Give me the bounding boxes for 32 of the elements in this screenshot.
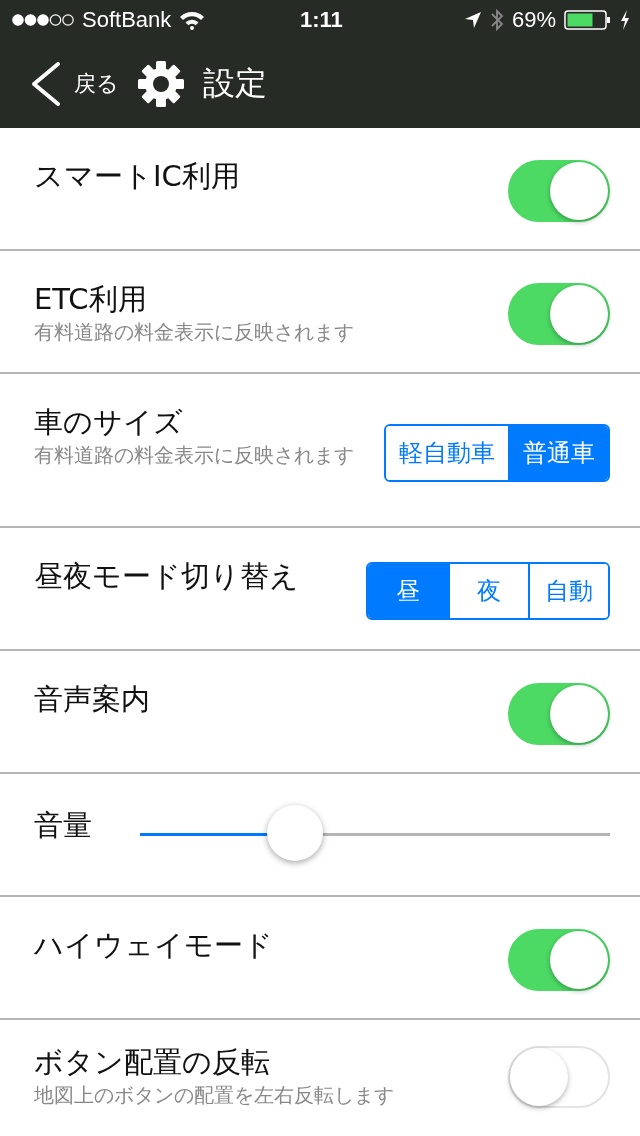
back-button[interactable]: 戻る: [28, 61, 119, 107]
toggle-switch[interactable]: [508, 1046, 610, 1108]
setting-description: 有料道路の料金表示に反映されます: [34, 442, 354, 469]
location-arrow-icon: [463, 11, 482, 29]
wifi-icon: [179, 10, 206, 30]
charging-bolt-icon: [620, 10, 630, 30]
setting-label: 音量: [34, 806, 92, 844]
signal-icon: [12, 13, 74, 27]
slider-thumb[interactable]: [267, 805, 324, 861]
segment-option[interactable]: 昼: [368, 564, 448, 618]
toggle-switch[interactable]: [508, 683, 610, 745]
carrier-name: SoftBank: [82, 7, 172, 33]
bluetooth-icon: [489, 8, 504, 32]
setting-description: 有料道路の料金表示に反映されます: [34, 319, 354, 346]
toggle-switch[interactable]: [508, 160, 610, 222]
segment-option[interactable]: 普通車: [508, 426, 608, 480]
setting-description: 地図上のボタンの配置を左右反転します: [34, 1082, 394, 1109]
setting-label: 車のサイズ: [34, 404, 184, 441]
setting-label: 音声案内: [34, 681, 150, 718]
setting-label: ボタン配置の反転: [34, 1044, 271, 1081]
battery-icon: [564, 10, 612, 30]
clock-time: 1:11: [300, 7, 343, 33]
screen-title: 設定: [203, 63, 267, 104]
battery-percent: 69%: [511, 7, 556, 33]
setting-label: スマートIC利用: [34, 158, 240, 195]
setting-label: ETC利用: [34, 281, 148, 318]
segment-option[interactable]: 自動: [528, 564, 608, 618]
setting-label: 昼夜モード切り替え: [34, 558, 299, 595]
toggle-switch[interactable]: [508, 283, 610, 345]
toggle-switch[interactable]: [508, 929, 610, 991]
setting-label: ハイウェイモード: [34, 927, 273, 964]
settings-icon: [137, 60, 185, 108]
